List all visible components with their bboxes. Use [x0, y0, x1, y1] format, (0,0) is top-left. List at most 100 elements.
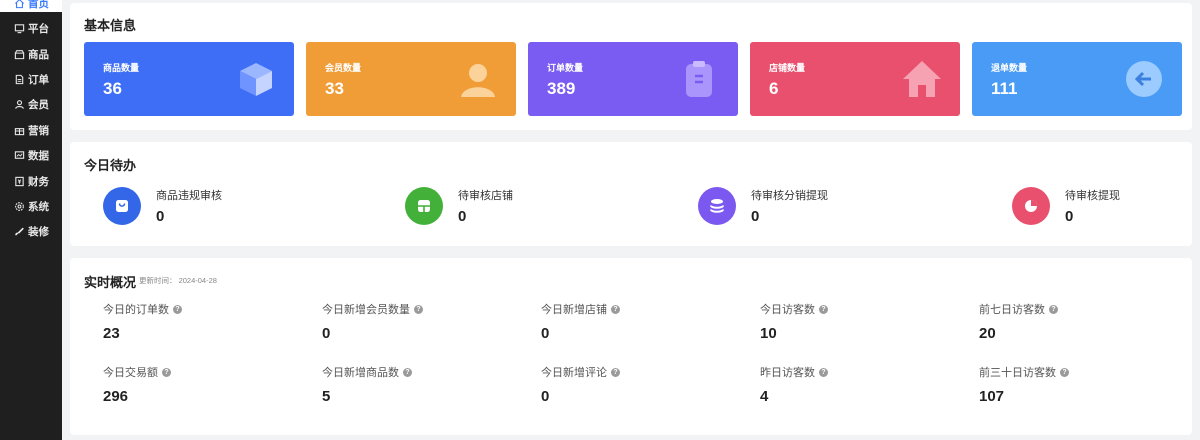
metric-today-new-members: 今日新增会员数量? 0 [322, 301, 522, 342]
sidebar-item-label: 营销 [28, 124, 49, 137]
metric-value: 0 [541, 388, 550, 405]
todo-item-store-audit[interactable]: 待审核店铺 0 [405, 186, 513, 226]
metric-value: 20 [979, 325, 996, 342]
metric-value: 107 [979, 388, 1005, 405]
bag-icon [103, 187, 141, 225]
metric-yesterday-visitors: 昨日访客数? 4 [760, 364, 960, 405]
monitor-icon [14, 23, 25, 34]
sidebar-item-label: 会员 [28, 99, 49, 112]
metric-label: 今日新增商品数 [322, 367, 399, 379]
todo-value: 0 [458, 208, 467, 225]
basic-info-card: 基本信息 商品数量 36 会员数量 33 订单数量 389 店铺数量 6 退单数… [70, 3, 1192, 130]
metric-today-orders: 今日的订单数? 23 [103, 301, 303, 342]
sidebar-item-data[interactable]: 数据 [0, 143, 62, 168]
update-time: 更新时间： 2024-04-28 [139, 276, 217, 285]
todo-item-goods-audit[interactable]: 商品违规审核 0 [103, 186, 222, 226]
sidebar-item-platform[interactable]: 平台 [0, 16, 62, 41]
sidebar: 首页 平台 商品 订单 会员 营销 数据 财务 系统 装修 [0, 0, 62, 440]
metric-label: 前七日访客数 [979, 304, 1045, 316]
sidebar-item-finance[interactable]: 财务 [0, 168, 62, 193]
help-icon[interactable]: ? [403, 367, 412, 377]
metric-value: 10 [760, 325, 777, 342]
cube-icon [236, 59, 276, 99]
stat-label: 会员数量 [325, 63, 362, 73]
help-icon[interactable]: ? [819, 367, 828, 377]
finance-icon [14, 176, 25, 187]
sidebar-item-label: 订单 [28, 73, 49, 86]
todo-label: 待审核分销提现 [751, 190, 828, 202]
help-icon[interactable]: ? [611, 304, 620, 314]
metric-value: 0 [541, 325, 550, 342]
gear-icon [14, 201, 25, 212]
help-icon[interactable]: ? [611, 367, 620, 377]
pie-icon [1012, 187, 1050, 225]
help-icon[interactable]: ? [1060, 367, 1069, 377]
todo-card: 今日待办 商品违规审核 0 待审核店铺 0 待审核分销提现 0 待审核提现 0 [70, 142, 1192, 246]
sidebar-item-label: 首页 [28, 0, 49, 10]
sidebar-item-label: 商品 [28, 48, 49, 61]
stat-tile-goods[interactable]: 商品数量 36 [84, 42, 294, 116]
sidebar-item-label: 数据 [28, 150, 49, 163]
metric-label: 前三十日访客数 [979, 367, 1056, 379]
metric-today-new-reviews: 今日新增评论? 0 [541, 364, 741, 405]
todo-value: 0 [156, 208, 165, 225]
sidebar-item-members[interactable]: 会员 [0, 92, 62, 117]
arrow-left-circle-icon [1124, 59, 1164, 99]
help-icon[interactable]: ? [173, 304, 182, 314]
todo-label: 待审核提现 [1065, 190, 1120, 202]
metric-value: 296 [103, 388, 129, 405]
sidebar-item-home[interactable]: 首页 [0, 0, 62, 12]
metric-today-new-stores: 今日新增店铺? 0 [541, 301, 741, 342]
chart-icon [14, 150, 25, 161]
todo-value: 0 [1065, 208, 1074, 225]
stat-value: 33 [325, 79, 344, 98]
coins-icon [698, 187, 736, 225]
stat-value: 36 [103, 79, 122, 98]
metric-value: 23 [103, 325, 120, 342]
document-icon [14, 74, 25, 85]
help-icon[interactable]: ? [819, 304, 828, 314]
shop-icon [14, 49, 25, 60]
metric-today-turnover: 今日交易额? 296 [103, 364, 303, 405]
metric-value: 5 [322, 388, 331, 405]
help-icon[interactable]: ? [414, 304, 423, 314]
help-icon[interactable]: ? [162, 367, 171, 377]
clipboard-icon [680, 59, 720, 99]
stat-tile-orders[interactable]: 订单数量 389 [528, 42, 738, 116]
users-icon [14, 99, 25, 110]
stat-label: 订单数量 [547, 63, 584, 73]
sidebar-item-label: 系统 [28, 200, 49, 213]
metric-last-7-days-visitors: 前七日访客数? 20 [979, 301, 1179, 342]
sidebar-item-system[interactable]: 系统 [0, 194, 62, 219]
stat-tile-members[interactable]: 会员数量 33 [306, 42, 516, 116]
metric-label: 昨日访客数 [760, 367, 815, 379]
brush-icon [14, 226, 25, 237]
realtime-title: 实时概况 [84, 275, 137, 290]
stat-value: 389 [547, 79, 576, 98]
stat-label: 退单数量 [991, 63, 1028, 73]
sidebar-item-label: 财务 [28, 175, 49, 188]
todo-item-distribution-withdraw[interactable]: 待审核分销提现 0 [698, 186, 828, 226]
todo-value: 0 [751, 208, 760, 225]
realtime-card: 实时概况 更新时间： 2024-04-28 今日的订单数? 23 今日新增会员数… [70, 258, 1192, 435]
sidebar-item-decoration[interactable]: 装修 [0, 219, 62, 244]
gift-icon [14, 125, 25, 136]
todo-item-withdraw-audit[interactable]: 待审核提现 0 [1012, 186, 1120, 226]
sidebar-item-orders[interactable]: 订单 [0, 67, 62, 92]
sidebar-item-goods[interactable]: 商品 [0, 41, 62, 66]
metric-value: 0 [322, 325, 331, 342]
stat-tile-stores[interactable]: 店铺数量 6 [750, 42, 960, 116]
sidebar-item-label: 装修 [28, 226, 49, 239]
stat-tile-refunds[interactable]: 退单数量 111 [972, 42, 1182, 116]
person-icon [458, 59, 498, 99]
house-icon [902, 59, 942, 99]
metric-label: 今日新增会员数量 [322, 304, 410, 316]
todo-label: 待审核店铺 [458, 190, 513, 202]
todo-label: 商品违规审核 [156, 190, 222, 202]
metric-last-30-days-visitors: 前三十日访客数? 107 [979, 364, 1179, 405]
stat-label: 商品数量 [103, 63, 140, 73]
help-icon[interactable]: ? [1049, 304, 1058, 314]
sidebar-item-marketing[interactable]: 营销 [0, 118, 62, 143]
metric-label: 今日交易额 [103, 367, 158, 379]
todo-title: 今日待办 [84, 158, 137, 173]
